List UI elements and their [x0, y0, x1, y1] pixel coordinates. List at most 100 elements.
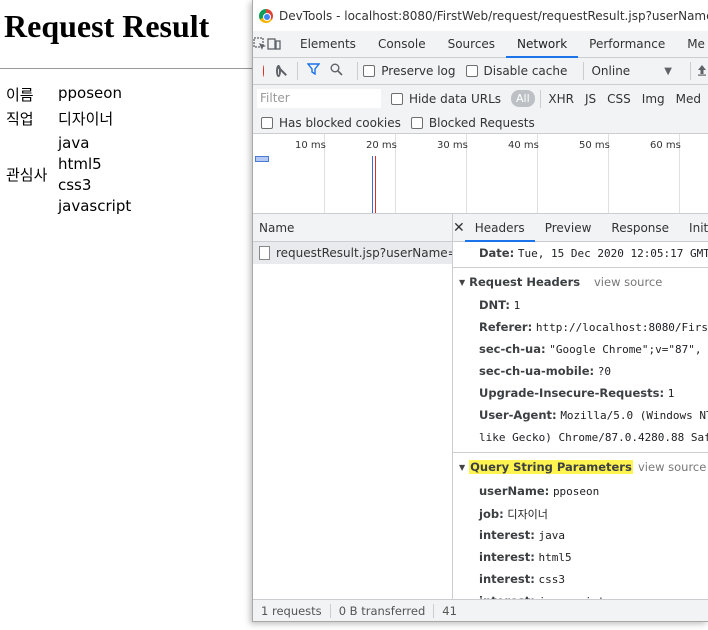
- hide-data-urls-checkbox[interactable]: [390, 92, 403, 105]
- has-blocked-cookies-checkbox[interactable]: [261, 116, 273, 129]
- devtools-tabbar: Elements Console Sources Network Perform…: [253, 31, 708, 58]
- preserve-log-label: Preserve log: [381, 64, 456, 78]
- query-param-row: interest: java: [479, 528, 565, 542]
- view-source-link[interactable]: view source: [638, 460, 706, 474]
- disable-cache-checkbox[interactable]: [465, 65, 478, 77]
- page-title: Request Result: [4, 8, 210, 44]
- timeline-request-bar: [255, 156, 269, 162]
- filter-icon[interactable]: [306, 63, 321, 79]
- device-toolbar-icon[interactable]: [267, 31, 281, 57]
- query-param-row: userName: pposeon: [479, 484, 599, 498]
- close-icon[interactable]: ✕: [453, 214, 465, 241]
- tab-sources[interactable]: Sources: [437, 31, 506, 57]
- load-event-marker: [375, 156, 376, 213]
- timeline-label: 30 ms: [437, 140, 468, 151]
- type-filter-js[interactable]: JS: [581, 92, 600, 106]
- section-divider: [453, 267, 708, 268]
- param-key: interest:: [479, 528, 535, 542]
- rendered-page: Request Result 이름 pposeon 직업 디자이너 관심사 ja…: [0, 0, 260, 630]
- preserve-log-checkbox[interactable]: [363, 65, 376, 77]
- tab-preview[interactable]: Preview: [535, 214, 602, 241]
- request-list: Name requestResult.jsp?userName=...: [253, 214, 453, 599]
- inspect-element-icon[interactable]: [253, 31, 267, 57]
- param-value: 디자이너: [507, 508, 548, 521]
- hide-data-urls-option[interactable]: Hide data URLs: [390, 91, 502, 106]
- interest-value: java: [58, 134, 90, 152]
- network-status-bar: 1 requests 0 B transferred 41: [253, 599, 708, 621]
- name-label: 이름: [6, 86, 34, 104]
- request-header-row: DNT: 1: [479, 298, 520, 312]
- param-key: job:: [479, 507, 504, 521]
- type-filter-media[interactable]: Med: [672, 92, 705, 106]
- header-key: DNT:: [479, 298, 510, 312]
- tab-response[interactable]: Response: [601, 214, 679, 241]
- transferred-size: 0 B transferred: [331, 603, 435, 618]
- network-overview-timeline[interactable]: 10 ms 20 ms 30 ms 40 ms 50 ms 60 ms: [253, 134, 708, 214]
- window-title: DevTools - localhost:8080/FirstWeb/reque…: [279, 8, 708, 23]
- import-har-icon[interactable]: [696, 64, 708, 79]
- interest-value: css3: [58, 176, 92, 194]
- preserve-log-option[interactable]: Preserve log: [363, 64, 456, 78]
- date-header: Date: Tue, 15 Dec 2020 12:05:17 GMT: [479, 246, 708, 260]
- tab-initiator[interactable]: Initiat: [679, 214, 708, 241]
- name-column-header[interactable]: Name: [253, 214, 452, 242]
- query-params-section-toggle[interactable]: ▼ Query String Parameters: [459, 460, 633, 474]
- tab-headers[interactable]: Headers: [464, 214, 535, 242]
- timeline-label: 10 ms: [295, 140, 326, 151]
- request-headers-section-toggle[interactable]: ▼ Request Headers: [459, 275, 580, 289]
- request-details: ✕ Headers Preview Response Initiat Date:…: [453, 214, 708, 599]
- timeline-label: 40 ms: [508, 140, 539, 151]
- tab-network[interactable]: Network: [506, 31, 579, 58]
- param-key: interest:: [479, 550, 535, 564]
- search-icon[interactable]: [330, 63, 343, 80]
- param-value: css3: [538, 573, 566, 586]
- param-value: java: [538, 529, 566, 542]
- param-value: html5: [538, 551, 572, 564]
- filter-input[interactable]: Filter: [257, 89, 381, 108]
- request-header-row: Upgrade-Insecure-Requests: 1: [479, 386, 674, 400]
- header-value: like Gecko) Chrome/87.0.4280.88 Saf: [479, 431, 708, 444]
- timeline-label: 50 ms: [579, 140, 610, 151]
- blocked-requests-option[interactable]: Blocked Requests: [410, 116, 535, 130]
- request-count: 1 requests: [253, 603, 331, 618]
- header-value: Tue, 15 Dec 2020 12:05:17 GMT: [517, 247, 708, 260]
- devtools-titlebar: DevTools - localhost:8080/FirstWeb/reque…: [253, 0, 708, 31]
- request-name: requestResult.jsp?userName=...: [276, 246, 452, 260]
- network-toolbar: Preserve log Disable cache Online ▼: [253, 58, 708, 85]
- throttle-select[interactable]: Online: [591, 64, 630, 78]
- query-params-title: Query String Parameters: [469, 460, 633, 474]
- tab-console[interactable]: Console: [367, 31, 437, 57]
- header-key: sec-ch-ua-mobile:: [479, 364, 595, 378]
- status-extra: 41: [442, 603, 457, 618]
- tab-performance[interactable]: Performance: [578, 31, 676, 57]
- request-row[interactable]: requestResult.jsp?userName=...: [253, 242, 452, 264]
- view-source-link[interactable]: view source: [594, 275, 662, 289]
- clear-icon[interactable]: [276, 65, 282, 77]
- header-value: 1: [513, 299, 521, 312]
- type-filter-xhr[interactable]: XHR: [544, 92, 578, 106]
- toolbar-divider: [539, 89, 541, 108]
- param-key: userName:: [479, 484, 550, 498]
- chevron-down-icon[interactable]: ▼: [664, 66, 672, 77]
- record-button[interactable]: [263, 65, 265, 77]
- tab-memory[interactable]: Me: [676, 31, 708, 57]
- header-key: sec-ch-ua:: [479, 342, 546, 356]
- interest-label: 관심사: [6, 166, 48, 184]
- request-headers-title: Request Headers: [469, 275, 581, 289]
- type-filter-img[interactable]: Img: [638, 92, 669, 106]
- header-value: 1: [667, 387, 675, 400]
- disable-cache-option[interactable]: Disable cache: [465, 64, 567, 78]
- header-key: Date:: [479, 246, 515, 260]
- has-blocked-cookies-option[interactable]: Has blocked cookies: [261, 116, 401, 130]
- blocked-requests-checkbox[interactable]: [410, 116, 423, 129]
- header-key: User-Agent:: [479, 408, 557, 422]
- param-key: interest:: [479, 572, 535, 586]
- interest-value: javascript: [58, 197, 132, 215]
- hide-data-urls-label: Hide data URLs: [408, 91, 502, 106]
- blocked-filter-bar: Has blocked cookies Blocked Requests: [253, 112, 708, 134]
- document-icon: [259, 246, 270, 260]
- type-filter-css[interactable]: CSS: [603, 92, 635, 106]
- tab-elements[interactable]: Elements: [289, 31, 367, 57]
- request-header-row: User-Agent: Mozilla/5.0 (Windows NT: [479, 408, 708, 422]
- type-filter-all[interactable]: All: [511, 90, 535, 107]
